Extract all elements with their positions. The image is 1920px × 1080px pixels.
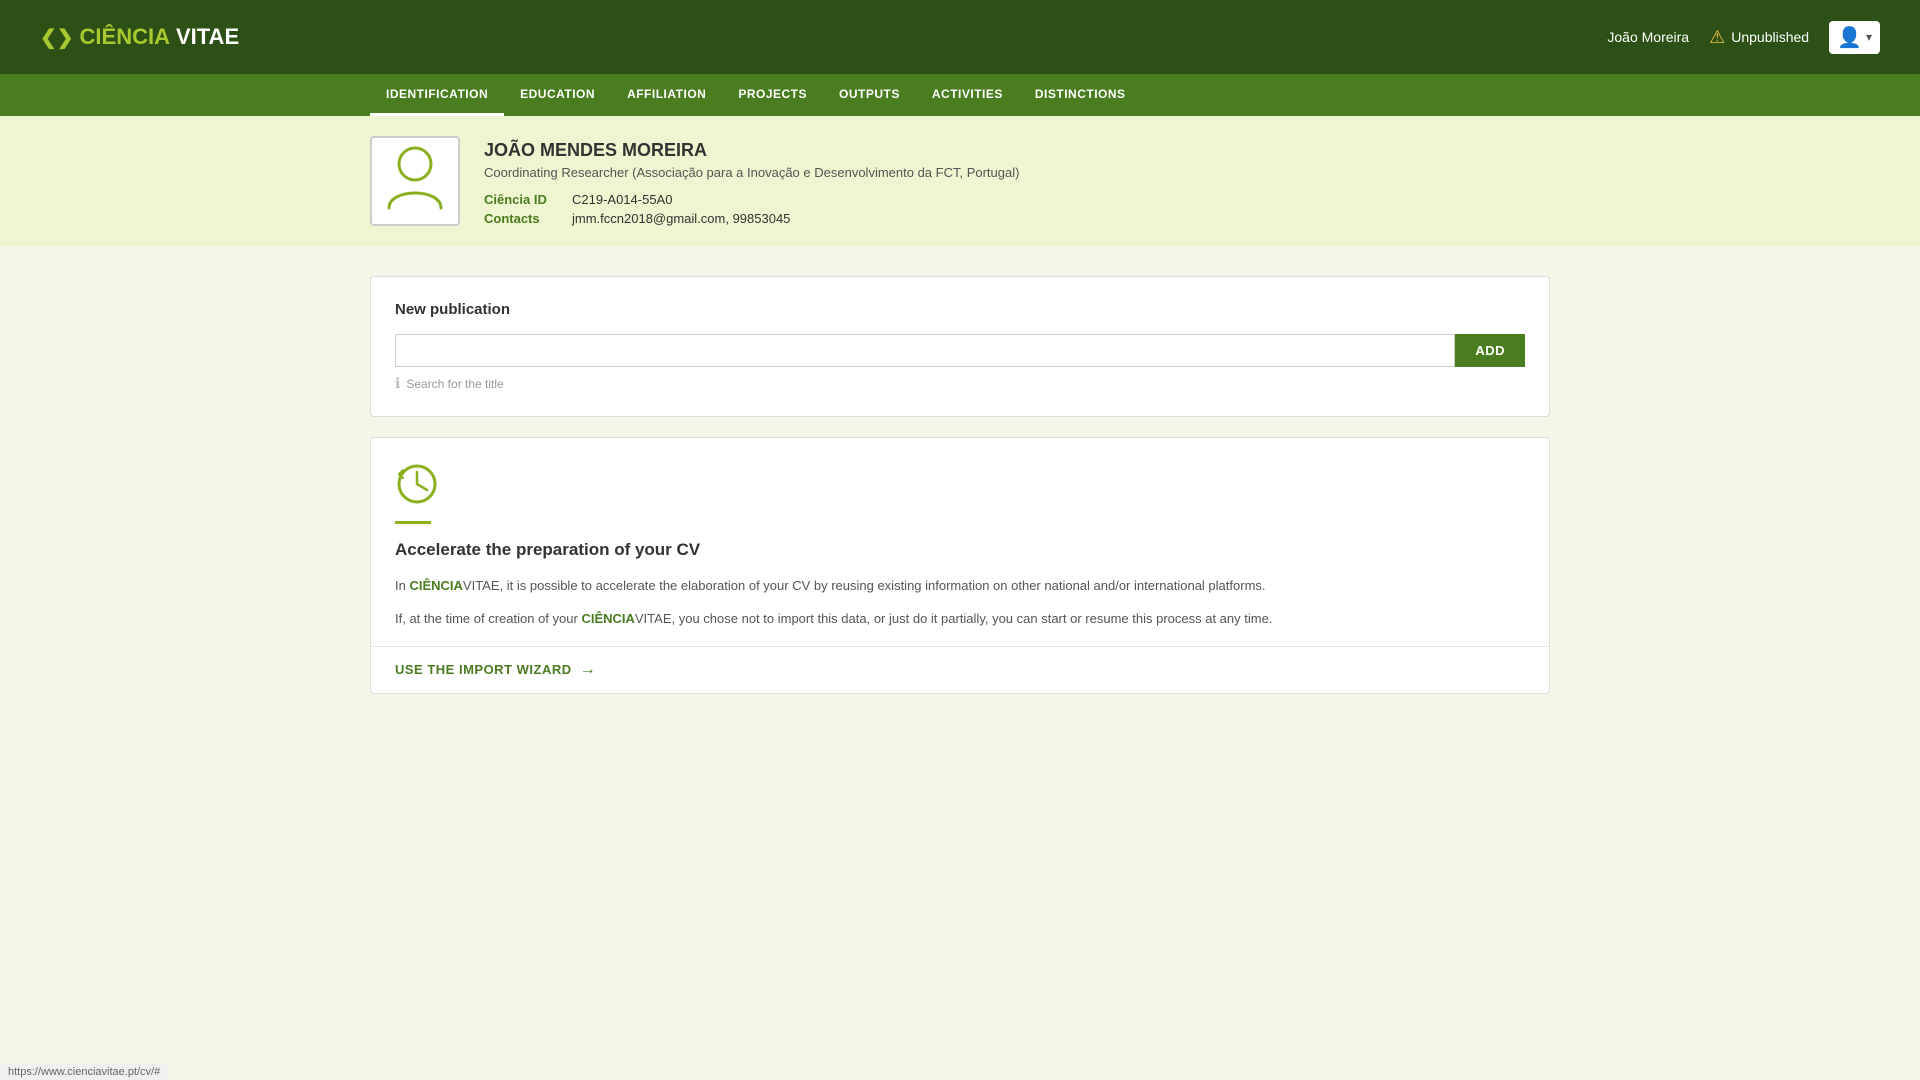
- profile-avatar: [370, 136, 460, 226]
- contacts-label: Contacts: [484, 211, 564, 226]
- brand-vitae-1: VITAE, it is possible to accelerate the …: [463, 578, 1266, 593]
- divider-line: [395, 521, 431, 524]
- nav-item-identification[interactable]: IDENTIFICATION: [370, 74, 504, 116]
- header-right: João Moreira ⚠ Unpublished 👤 ▾: [1607, 21, 1880, 54]
- unpublished-label: Unpublished: [1731, 29, 1809, 45]
- arrow-right-icon: →: [580, 661, 597, 679]
- accelerate-card: Accelerate the preparation of your CV In…: [370, 437, 1550, 694]
- logo-ciencia: CIÊNCIA: [80, 24, 170, 50]
- info-icon: ℹ: [395, 375, 400, 392]
- search-hint-text: Search for the title: [406, 377, 503, 391]
- nav-item-distinctions[interactable]: DISTINCTIONS: [1019, 74, 1142, 116]
- ciencia-id-label: Ciência ID: [484, 192, 564, 207]
- logo-arrows-icon: ❮❯: [40, 25, 74, 50]
- profile-info: JOÃO MENDES MOREIRA Coordinating Researc…: [484, 136, 1550, 226]
- pub-input-row: ADD: [395, 334, 1525, 367]
- profile-role: Coordinating Researcher (Associação para…: [484, 165, 1550, 180]
- brand-ciencia-1: CIÊNCIA: [409, 578, 462, 593]
- import-wizard-label: USE THE IMPORT WIZARD: [395, 662, 572, 677]
- profile-section: JOÃO MENDES MOREIRA Coordinating Researc…: [0, 116, 1920, 246]
- ciencia-id-row: Ciência ID C219-A014-55A0: [484, 192, 1550, 207]
- chevron-down-icon: ▾: [1866, 30, 1872, 44]
- contacts-row: Contacts jmm.fccn2018@gmail.com, 9985304…: [484, 211, 1550, 226]
- person-icon: [385, 142, 445, 221]
- import-wizard-link[interactable]: USE THE IMPORT WIZARD →: [395, 661, 596, 679]
- avatar-menu-button[interactable]: 👤 ▾: [1829, 21, 1880, 54]
- nav-item-activities[interactable]: ACTIVITIES: [916, 74, 1019, 116]
- publication-title-input[interactable]: [395, 334, 1455, 367]
- clock-icon-wrapper: [395, 462, 1525, 513]
- search-hint: ℹ Search for the title: [395, 375, 1525, 392]
- nav-item-affiliation[interactable]: AFFILIATION: [611, 74, 722, 116]
- accelerate-title: Accelerate the preparation of your CV: [395, 540, 1525, 560]
- nav-item-outputs[interactable]: OUTPUTS: [823, 74, 916, 116]
- status-bar: https://www.cienciavitae.pt/cv/#: [0, 1064, 168, 1080]
- nav-item-projects[interactable]: PROJECTS: [722, 74, 823, 116]
- profile-name: JOÃO MENDES MOREIRA: [484, 140, 1550, 161]
- logo-vitae: VITAE: [176, 24, 239, 50]
- brand-vitae-2: VITAE, you chose not to import this data…: [635, 611, 1273, 626]
- contacts-value: jmm.fccn2018@gmail.com, 99853045: [572, 211, 790, 226]
- new-publication-title: New publication: [395, 301, 1525, 318]
- main-nav: IDENTIFICATION EDUCATION AFFILIATION PRO…: [0, 74, 1920, 116]
- brand-ciencia-2: CIÊNCIA: [581, 611, 634, 626]
- warning-icon: ⚠: [1709, 27, 1725, 48]
- status-url: https://www.cienciavitae.pt/cv/#: [8, 1066, 160, 1078]
- ciencia-id-value: C219-A014-55A0: [572, 192, 672, 207]
- header: ❮❯ CIÊNCIAVITAE João Moreira ⚠ Unpublish…: [0, 0, 1920, 74]
- new-publication-card: New publication ADD ℹ Search for the tit…: [370, 276, 1550, 417]
- nav-item-education[interactable]: EDUCATION: [504, 74, 611, 116]
- logo: ❮❯ CIÊNCIAVITAE: [40, 24, 239, 50]
- avatar-icon: 👤: [1837, 25, 1862, 50]
- clock-icon: [395, 471, 439, 515]
- accelerate-paragraph1: In CIÊNCIAVITAE, it is possible to accel…: [395, 576, 1525, 597]
- add-publication-button[interactable]: ADD: [1455, 334, 1525, 367]
- user-name: João Moreira: [1607, 29, 1689, 45]
- accelerate-paragraph2: If, at the time of creation of your CIÊN…: [395, 609, 1525, 630]
- import-link-row: USE THE IMPORT WIZARD →: [371, 646, 1549, 693]
- profile-details: Ciência ID C219-A014-55A0 Contacts jmm.f…: [484, 192, 1550, 226]
- unpublished-badge: ⚠ Unpublished: [1709, 27, 1809, 48]
- main-content: New publication ADD ℹ Search for the tit…: [0, 246, 1920, 724]
